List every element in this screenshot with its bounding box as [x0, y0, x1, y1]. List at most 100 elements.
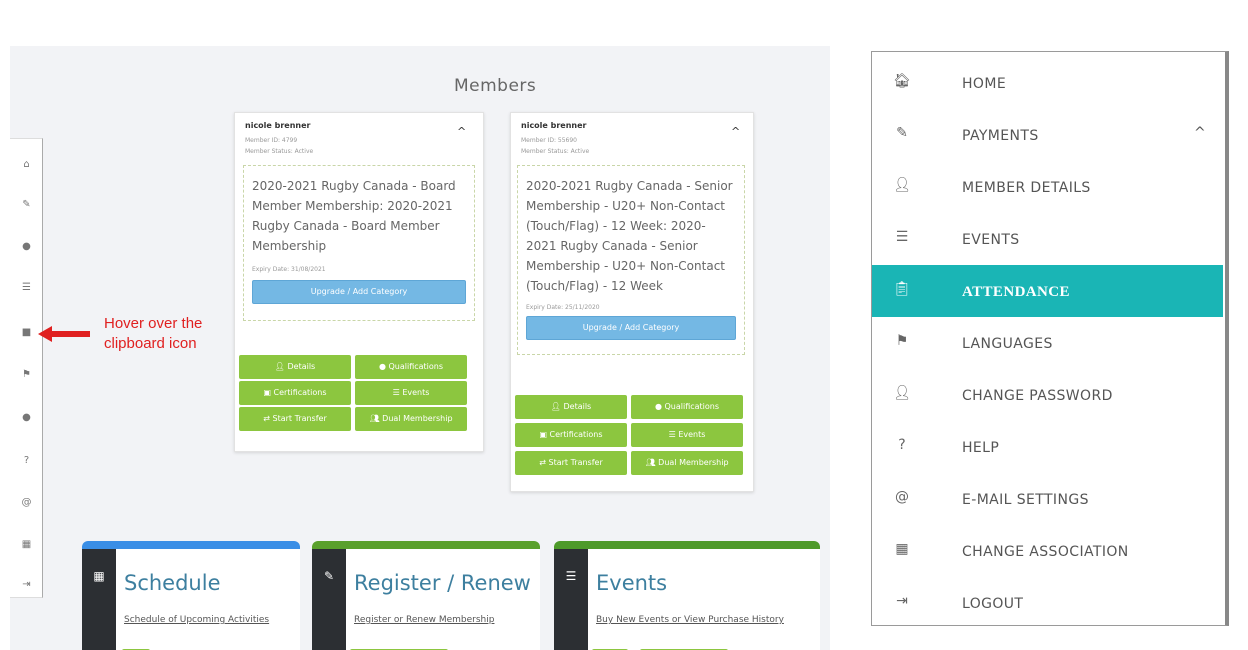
details-button[interactable]: 👤︎ Details [515, 395, 627, 419]
nav-item-label: MEMBER DETAILS [962, 180, 1091, 196]
certifications-label: Certifications [273, 388, 327, 397]
certifications-button[interactable]: ▣ Certifications [239, 381, 351, 405]
building-icon: ▦ [895, 541, 909, 557]
events-button[interactable]: ☰ Events [631, 423, 743, 447]
home-icon: 🏠︎ [893, 73, 911, 89]
upgrade-button[interactable]: Upgrade / Add Category [252, 280, 466, 304]
nav-item-label: LOGOUT [962, 596, 1024, 612]
nav-item-attendance[interactable]: 📋︎ ATTENDANCE [872, 265, 1223, 317]
tile-link[interactable]: Schedule of Upcoming Activities [124, 615, 269, 625]
events-label: Events [402, 388, 430, 397]
dual-membership-label: Dual Membership [382, 414, 453, 423]
start-transfer-button[interactable]: ⇄ Start Transfer [239, 407, 351, 431]
events-tile[interactable]: ☰ Events Buy New Events or View Purchase… [554, 541, 820, 650]
start-transfer-button[interactable]: ⇄ Start Transfer [515, 451, 627, 475]
dual-membership-label: Dual Membership [658, 458, 729, 467]
list-icon[interactable]: ☰ [10, 282, 43, 294]
tile-link[interactable]: Register or Renew Membership [354, 615, 494, 625]
tile-icon-strip: ▦ [82, 549, 116, 650]
user-edit-icon: ✎ [323, 569, 335, 583]
dual-membership-button[interactable]: 👥︎ Dual Membership [355, 407, 467, 431]
navigation-menu: 🏠︎ HOME ✎ PAYMENTS ^ 👤︎ MEMBER DETAILS ☰… [871, 51, 1229, 626]
nav-item-payments[interactable]: ✎ PAYMENTS ^ [872, 109, 1223, 161]
tile-icon-strip: ✎ [312, 549, 346, 650]
nav-item-label: PAYMENTS [962, 128, 1039, 144]
nav-item-help[interactable]: ? HELP [872, 421, 1223, 473]
home-icon[interactable]: ⌂ [10, 159, 43, 171]
nav-item-label: ATTENDANCE [962, 284, 1070, 300]
nav-item-label: LANGUAGES [962, 336, 1053, 352]
nav-item-home[interactable]: 🏠︎ HOME [872, 57, 1223, 109]
edit-icon: ✎ [896, 125, 908, 141]
user-icon[interactable]: ● [10, 241, 43, 253]
nav-item-label: HOME [962, 76, 1007, 92]
member-name: nicole brenner [521, 121, 587, 130]
membership-box: 2020-2021 Rugby Canada - Senior Membersh… [517, 165, 745, 355]
member-name: nicole brenner [245, 121, 311, 130]
list-icon: ☰ [565, 569, 577, 583]
nav-item-label: CHANGE ASSOCIATION [962, 544, 1129, 560]
collapse-chevron-icon[interactable]: ^ [731, 125, 740, 138]
nav-item-member-details[interactable]: 👤︎ MEMBER DETAILS [872, 161, 1223, 213]
nav-item-languages[interactable]: ⚑ LANGUAGES [872, 317, 1223, 369]
logout-icon: ⇥ [896, 593, 908, 609]
qualifications-button[interactable]: ● Qualifications [355, 355, 467, 379]
user-icon[interactable]: ● [10, 412, 43, 424]
nav-item-change-password[interactable]: 👤︎ CHANGE PASSWORD [872, 369, 1223, 421]
member-id: Member ID: 4799 [245, 137, 298, 144]
tile-heading: Register / Renew [354, 571, 531, 595]
details-label: Details [287, 362, 316, 371]
member-card: nicole brenner Member ID: 55690 Member S… [510, 112, 754, 492]
building-icon[interactable]: ▦ [10, 539, 43, 551]
tile-heading: Events [596, 571, 668, 595]
certifications-button[interactable]: ▣ Certifications [515, 423, 627, 447]
upgrade-button[interactable]: Upgrade / Add Category [526, 316, 736, 340]
nav-item-change-association[interactable]: ▦ CHANGE ASSOCIATION [872, 525, 1223, 577]
start-transfer-label: Start Transfer [548, 458, 603, 467]
list-icon: ☰ [895, 229, 909, 245]
details-button[interactable]: 👤︎ Details [239, 355, 351, 379]
expiry-date: Expiry Date: 25/11/2020 [526, 304, 600, 311]
schedule-tile[interactable]: ▦ Schedule Schedule of Upcoming Activiti… [82, 541, 300, 650]
red-arrow-icon [38, 326, 90, 342]
membership-name: 2020-2021 Rugby Canada - Senior Membersh… [526, 179, 733, 293]
member-card: nicole brenner Member ID: 4799 Member St… [234, 112, 484, 452]
nav-item-logout[interactable]: ⇥ LOGOUT [872, 577, 1223, 629]
certifications-label: Certifications [549, 430, 603, 439]
tile-heading: Schedule [124, 571, 221, 595]
tile-link[interactable]: Buy New Events or View Purchase History [596, 615, 784, 625]
events-button[interactable]: ☰ Events [355, 381, 467, 405]
nav-item-label: E-MAIL SETTINGS [962, 492, 1089, 508]
tile-icon-strip: ☰ [554, 549, 588, 650]
logout-icon[interactable]: ⇥ [10, 579, 43, 591]
user-icon: 👤︎ [893, 177, 911, 193]
collapse-chevron-icon[interactable]: ^ [457, 125, 466, 138]
edit-icon[interactable]: ✎ [10, 199, 43, 211]
events-label: Events [678, 430, 706, 439]
tile-accent [82, 541, 300, 549]
start-transfer-label: Start Transfer [272, 414, 327, 423]
at-icon: @ [895, 489, 909, 505]
help-icon[interactable]: ? [10, 455, 43, 467]
dual-membership-button[interactable]: 👥︎ Dual Membership [631, 451, 743, 475]
at-icon[interactable]: @ [10, 497, 43, 509]
member-id: Member ID: 55690 [521, 137, 577, 144]
details-label: Details [563, 402, 592, 411]
tile-accent [554, 541, 820, 549]
flag-icon: ⚑ [895, 333, 909, 349]
register-renew-tile[interactable]: ✎ Register / Renew Register or Renew Mem… [312, 541, 540, 650]
nav-item-label: EVENTS [962, 232, 1020, 248]
nav-item-events[interactable]: ☰ EVENTS [872, 213, 1223, 265]
expiry-date: Expiry Date: 31/08/2021 [252, 266, 326, 273]
help-icon: ? [898, 437, 906, 453]
flag-icon[interactable]: ⚑ [10, 369, 43, 381]
nav-item-email-settings[interactable]: @ E-MAIL SETTINGS [872, 473, 1223, 525]
page-title: Members [454, 76, 537, 96]
chevron-up-icon[interactable]: ^ [1194, 125, 1206, 141]
tile-accent [312, 541, 540, 549]
membership-name: 2020-2021 Rugby Canada - Board Member Me… [252, 179, 456, 253]
calendar-icon: ▦ [93, 569, 105, 583]
qualifications-button[interactable]: ● Qualifications [631, 395, 743, 419]
user-icon: 👤︎ [893, 385, 911, 401]
members-screenshot: Members ⌂ ✎ ● ☰ ■ ⚑ ● ? @ ▦ ⇥ Hover over… [10, 46, 830, 650]
